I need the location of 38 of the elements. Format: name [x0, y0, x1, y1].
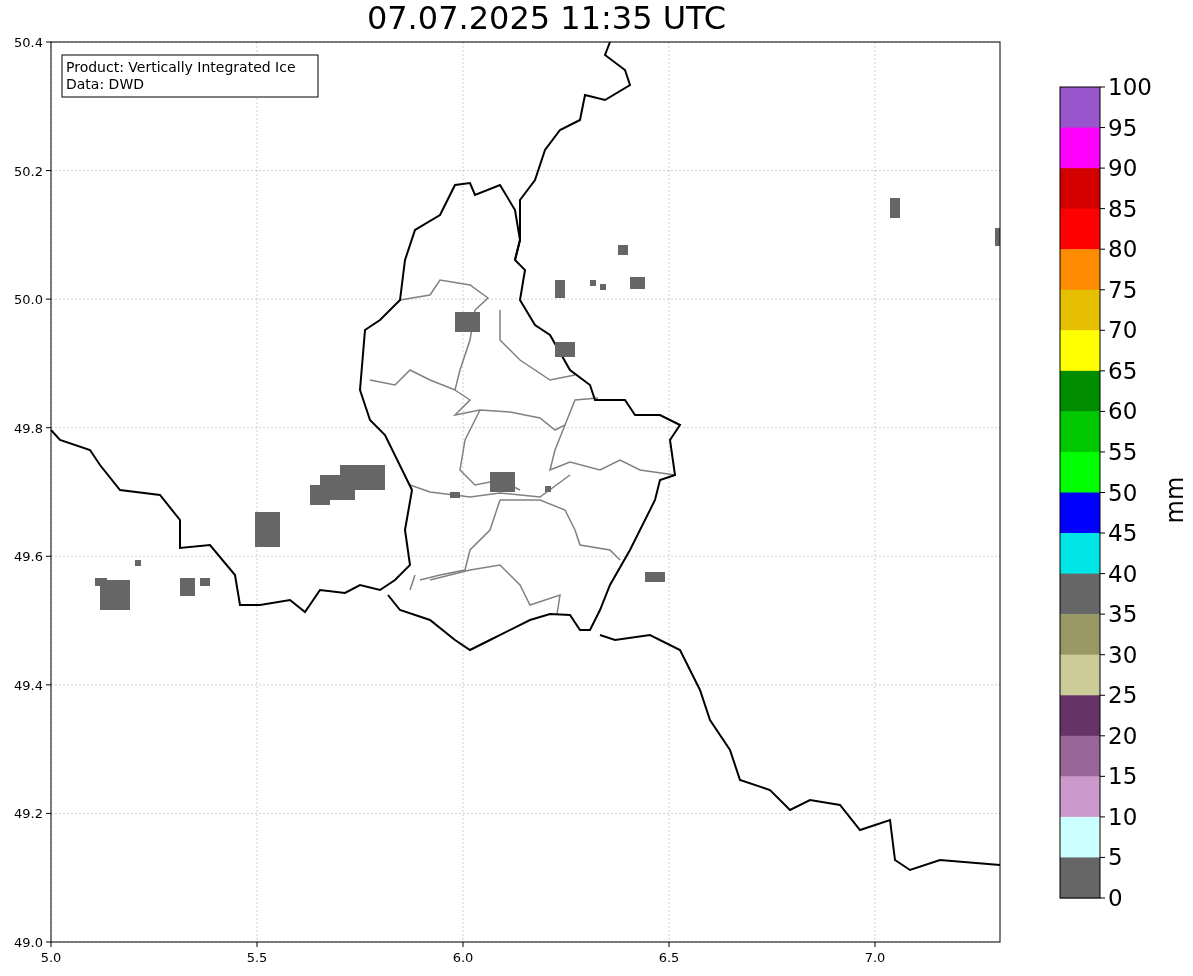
- colorbar-tick-label: 10: [1108, 803, 1138, 830]
- colorbar-tick-label: 100: [1108, 74, 1152, 100]
- colorbar-tick-label: 90: [1108, 155, 1138, 182]
- longitude-label: 5.0: [40, 950, 62, 965]
- colorbar-unit-label: mm: [1161, 476, 1189, 524]
- colorbar-tick-label: 55: [1108, 438, 1138, 465]
- longitude-label: 7.0: [864, 950, 886, 965]
- colorbar-tick-label: 70: [1108, 317, 1138, 344]
- colorbar-tick-label: 20: [1108, 722, 1138, 749]
- latitude-label: 49.2: [14, 806, 43, 822]
- colorbar-tick-label: 95: [1108, 114, 1138, 141]
- info-text: Product: Vertically Integrated Ice: [66, 59, 296, 75]
- colorbar-tick-label: 15: [1108, 763, 1138, 790]
- latitude-label: 49.0: [14, 935, 43, 950]
- colorbar-tick-label: 60: [1108, 398, 1138, 425]
- latitude-label: 50.2: [14, 163, 43, 179]
- colorbar-tick-label: 5: [1108, 844, 1123, 871]
- colorbar-tick-label: 0: [1108, 885, 1123, 911]
- longitude-label: 6.0: [452, 950, 474, 965]
- longitude-label: 5.5: [246, 950, 268, 965]
- colorbar-tick-label: 45: [1108, 520, 1138, 547]
- latitude-label: 49.6: [14, 549, 43, 565]
- latitude-label: 49.8: [14, 420, 43, 436]
- latitude-label: 49.4: [14, 677, 43, 693]
- longitude-label: 6.5: [658, 950, 680, 965]
- colorbar-tick-label: 35: [1108, 601, 1138, 628]
- info-text: Data: DWD: [66, 76, 144, 92]
- colorbar-tick-label: 25: [1108, 682, 1138, 709]
- latitude-label: 50.4: [14, 36, 43, 50]
- colorbar-tick-label: 50: [1108, 479, 1138, 506]
- colorbar-tick-label: 85: [1108, 195, 1138, 222]
- colorbar-tick-label: 75: [1108, 276, 1138, 303]
- colorbar-tick-label: 30: [1108, 641, 1138, 668]
- map-title: 07.07.2025 11:35 UTC: [365, 0, 728, 36]
- colorbar-tick-label: 80: [1108, 236, 1138, 263]
- colorbar-tick-label: 65: [1108, 357, 1138, 384]
- latitude-label: 50.0: [14, 292, 43, 308]
- colorbar-tick-label: 40: [1108, 560, 1138, 587]
